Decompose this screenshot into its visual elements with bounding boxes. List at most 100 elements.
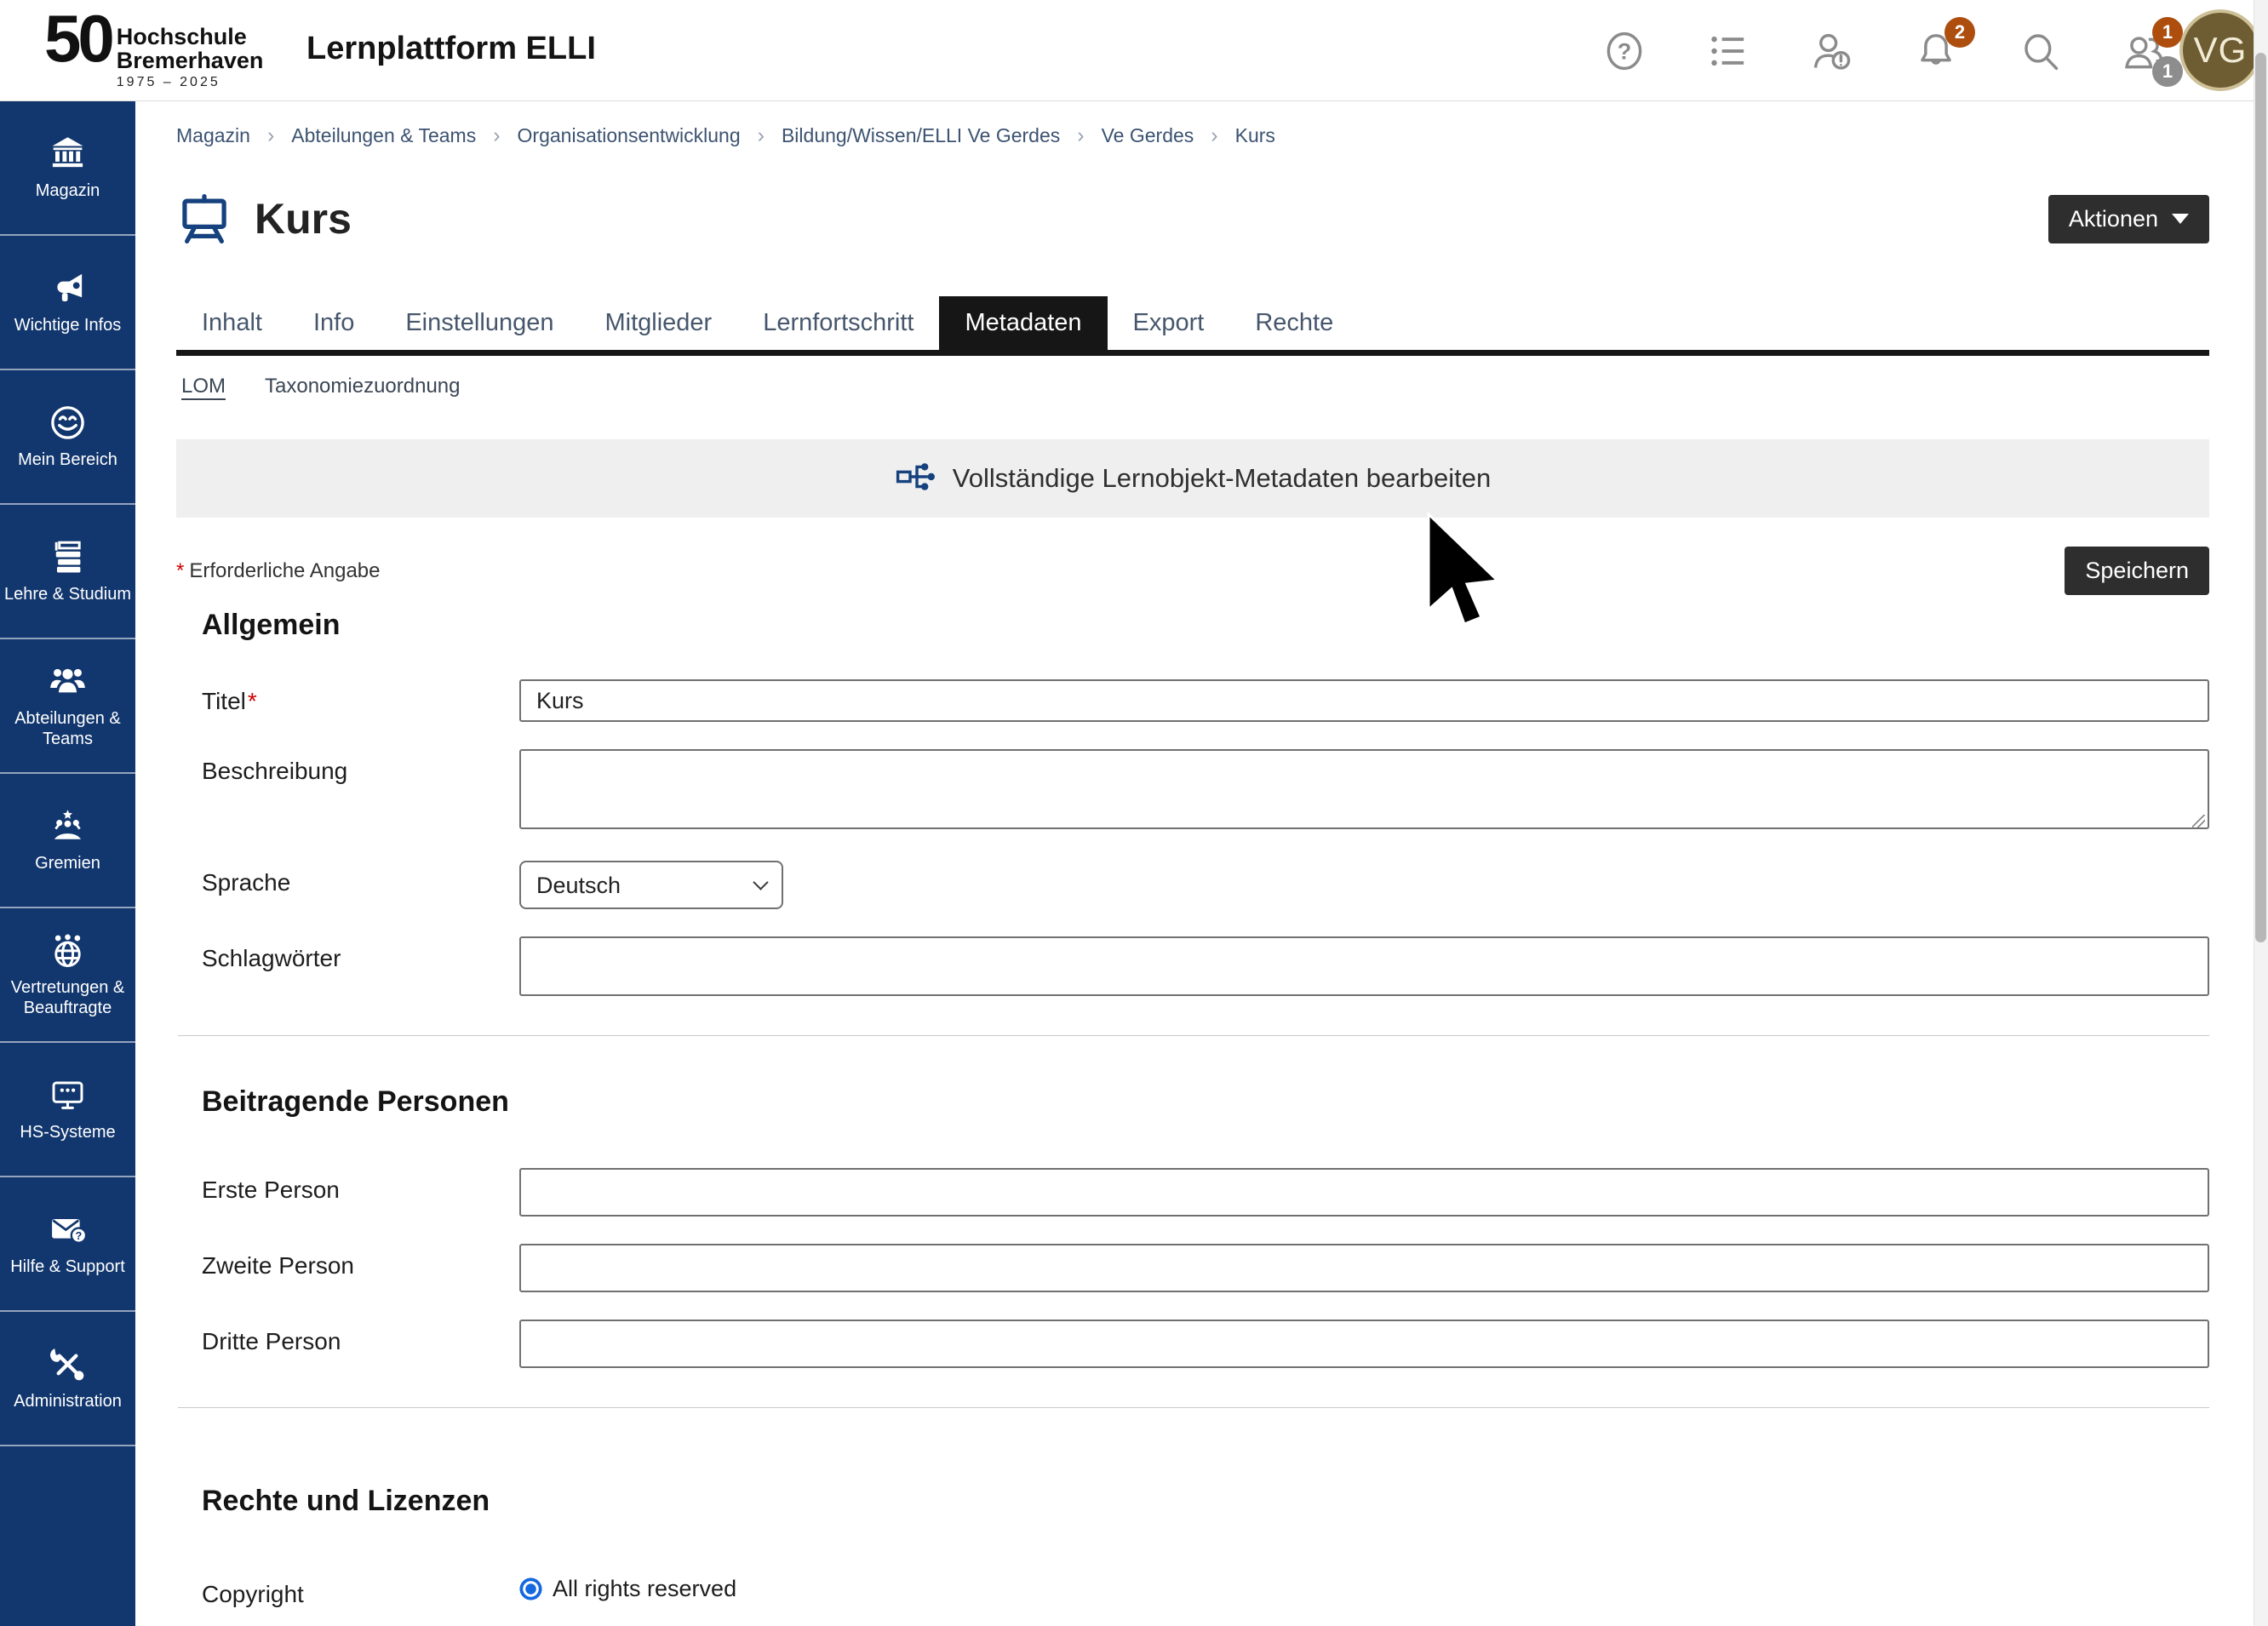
tab-mitglieder[interactable]: Mitglieder [579, 296, 737, 350]
sidebar-label: Hilfe & Support [10, 1257, 125, 1278]
tab-metadaten[interactable]: Metadaten [939, 296, 1107, 350]
avatar[interactable]: VG [2179, 9, 2261, 91]
sidebar-label: Wichtige Infos [14, 316, 122, 336]
dritte-person-input[interactable] [519, 1320, 2209, 1368]
breadcrumb-item[interactable]: Organisationsentwicklung [518, 124, 741, 147]
breadcrumb-item[interactable]: Ve Gerdes [1102, 124, 1194, 147]
hochschule-bremerhaven-logo[interactable]: 50 Hochschule Bremerhaven 1975 – 2025 [44, 7, 263, 90]
sidebar-item-wichtige-infos[interactable]: Wichtige Infos [0, 236, 135, 370]
schlagwoerter-label: Schlagwörter [202, 936, 519, 972]
books-icon [48, 537, 88, 577]
breadcrumb-item[interactable]: Abteilungen & Teams [291, 124, 476, 147]
erste-person-input[interactable] [519, 1168, 2209, 1217]
sidebar-label: HS-Systeme [20, 1123, 115, 1143]
globe-people-icon [48, 930, 88, 970]
megaphone-icon [48, 268, 88, 308]
workflow-icon [895, 456, 936, 501]
breadcrumb-separator: › [1077, 123, 1084, 148]
section-allgemein: Allgemein [202, 609, 2209, 642]
scrollbar-thumb[interactable] [2255, 53, 2266, 942]
people-group-icon [48, 661, 88, 701]
contacts-button[interactable]: 1 1 [2122, 29, 2166, 73]
search-button[interactable] [2018, 29, 2062, 73]
sidebar-item-abteilungen-teams[interactable]: Abteilungen & Teams [0, 639, 135, 774]
header-icon-bar: ? 2 1 1 [1602, 0, 2166, 101]
breadcrumb-separator: › [267, 123, 274, 148]
logo-50: 50 [44, 7, 112, 70]
edit-full-metadata-banner[interactable]: Vollständige Lernobjekt-Metadaten bearbe… [176, 439, 2209, 518]
tools-icon [48, 1344, 88, 1384]
subtab-bar: LOM Taxonomiezuordnung [181, 375, 2209, 398]
sidebar-item-lehre-studium[interactable]: Lehre & Studium [0, 505, 135, 639]
breadcrumb-item[interactable]: Bildung/Wissen/ELLI Ve Gerdes [782, 124, 1060, 147]
titel-input[interactable] [519, 679, 2209, 722]
aktionen-button[interactable]: Aktionen [2048, 195, 2209, 243]
page-title-row: Kurs Aktionen [176, 191, 2209, 247]
beschreibung-textarea[interactable] [519, 749, 2209, 829]
section-divider [178, 1407, 2209, 1408]
titel-row: Titel* [202, 679, 2209, 722]
sprache-row: Sprache Deutsch [202, 861, 2209, 909]
beschreibung-label: Beschreibung [202, 749, 519, 785]
sidebar-item-administration[interactable]: Administration [0, 1312, 135, 1446]
subtab-lom[interactable]: LOM [181, 375, 226, 398]
tab-info[interactable]: Info [288, 296, 380, 350]
section-beitragende: Beitragende Personen [202, 1085, 2209, 1119]
dritte-person-row: Dritte Person [202, 1320, 2209, 1368]
schlagwoerter-row: Schlagwörter [202, 936, 2209, 996]
subtab-taxonomiezuordnung[interactable]: Taxonomiezuordnung [265, 375, 461, 398]
speichern-label: Speichern [2085, 558, 2189, 584]
sprache-select[interactable]: Deutsch [519, 861, 783, 909]
help-icon: ? [1602, 63, 1647, 76]
sidebar-item-hs-systeme[interactable]: HS-Systeme [0, 1043, 135, 1177]
copyright-label: Copyright [202, 1572, 519, 1608]
form-toolbar: *Erforderliche Angabe Speichern [176, 547, 2209, 595]
scrollbar-track[interactable] [2254, 0, 2268, 1626]
sidebar-item-mein-bereich[interactable]: Mein Bereich [0, 370, 135, 505]
list-icon [1706, 63, 1750, 76]
breadcrumb-item[interactable]: Kurs [1235, 124, 1275, 147]
bank-icon [48, 134, 88, 174]
sidebar-label: Vertretungen & Beauftragte [4, 978, 131, 1018]
sidebar-item-magazin[interactable]: Magazin [0, 101, 135, 236]
sidebar-item-gremien[interactable]: Gremien [0, 774, 135, 908]
sidebar-item-hilfe-support[interactable]: ? Hilfe & Support [0, 1177, 135, 1312]
main-content: Magazin › Abteilungen & Teams › Organisa… [135, 101, 2254, 1626]
breadcrumb-separator: › [1211, 123, 1217, 148]
notifications-badge: 2 [1944, 17, 1975, 48]
tab-inhalt[interactable]: Inhalt [176, 296, 288, 350]
copyright-option-label: All rights reserved [553, 1576, 736, 1602]
user-status-button[interactable] [1810, 29, 1854, 73]
notifications-button[interactable]: 2 [1914, 29, 1958, 73]
banner-label: Vollständige Lernobjekt-Metadaten bearbe… [953, 463, 1492, 494]
smiley-icon [48, 403, 88, 443]
logo-line1: Hochschule [117, 26, 264, 49]
beschreibung-row: Beschreibung [202, 749, 2209, 833]
section-divider [178, 1035, 2209, 1036]
mail-question-icon: ? [48, 1210, 88, 1250]
page-title: Kurs [255, 194, 352, 243]
tab-export[interactable]: Export [1108, 296, 1230, 350]
sidebar-item-vertretungen-beauftragte[interactable]: Vertretungen & Beauftragte [0, 908, 135, 1043]
zweite-person-row: Zweite Person [202, 1244, 2209, 1292]
schlagwoerter-input[interactable] [519, 936, 2209, 996]
course-easel-icon [176, 191, 232, 247]
zweite-person-input[interactable] [519, 1244, 2209, 1292]
required-note: *Erforderliche Angabe [176, 559, 381, 583]
list-button[interactable] [1706, 29, 1750, 73]
dritte-person-label: Dritte Person [202, 1320, 519, 1355]
speichern-button[interactable]: Speichern [2065, 547, 2209, 595]
breadcrumb-item[interactable]: Magazin [176, 124, 250, 147]
breadcrumb: Magazin › Abteilungen & Teams › Organisa… [176, 123, 2209, 148]
sprache-label: Sprache [202, 861, 519, 896]
tab-lernfortschritt[interactable]: Lernfortschritt [737, 296, 939, 350]
section-rechte: Rechte und Lizenzen [202, 1485, 2209, 1518]
help-button[interactable]: ? [1602, 29, 1647, 73]
tab-rechte[interactable]: Rechte [1229, 296, 1359, 350]
copyright-row: Copyright All rights reserved [202, 1572, 2209, 1608]
copyright-radio[interactable] [519, 1577, 542, 1600]
tab-bar: Inhalt Info Einstellungen Mitglieder Ler… [176, 296, 2209, 356]
tab-einstellungen[interactable]: Einstellungen [380, 296, 579, 350]
erste-person-row: Erste Person [202, 1168, 2209, 1217]
breadcrumb-separator: › [493, 123, 500, 148]
